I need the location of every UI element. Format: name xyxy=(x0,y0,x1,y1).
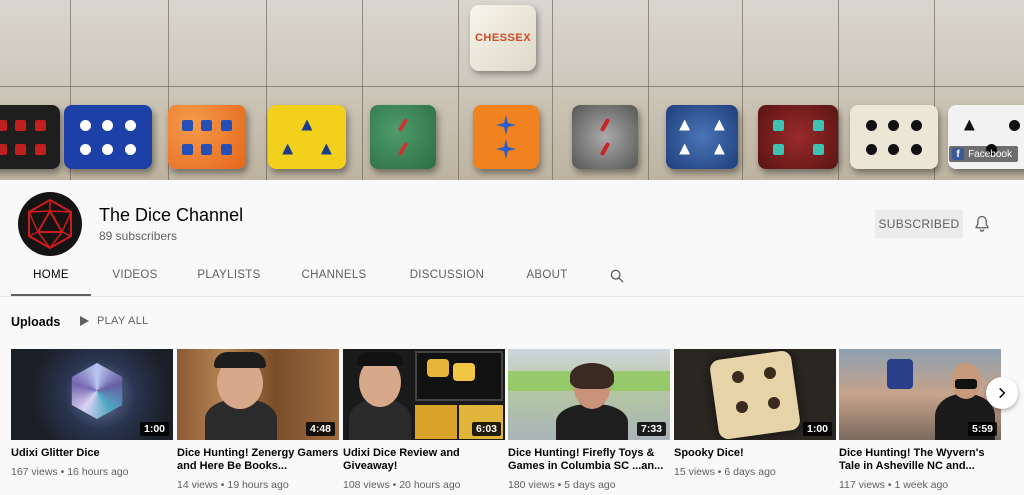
video-card[interactable]: 7:33 Dice Hunting! Firefly Toys & Games … xyxy=(508,349,670,491)
video-duration: 1:00 xyxy=(802,422,832,436)
channel-header: The Dice Channel 89 subscribers SUBSCRIB… xyxy=(0,180,1024,296)
tab-videos[interactable]: VIDEOS xyxy=(91,263,179,296)
video-thumbnail[interactable]: 6:03 xyxy=(343,349,505,440)
video-views: 15 views xyxy=(674,466,715,478)
video-title[interactable]: Udixi Glitter Dice xyxy=(11,447,173,460)
die-red-speckle xyxy=(758,105,838,169)
video-list: 1:00 Udixi Glitter Dice 167 views • 16 h… xyxy=(11,349,1011,495)
video-duration: 1:00 xyxy=(139,422,169,436)
die-yellow xyxy=(268,105,346,169)
video-duration: 6:03 xyxy=(471,422,501,436)
channel-page: CHESSEX f Facebook The Dice Channel 89 s… xyxy=(0,0,1024,495)
video-meta: 167 views • 16 hours ago xyxy=(11,466,129,478)
chessex-die: CHESSEX xyxy=(470,5,536,71)
subscriber-count: 89 subscribers xyxy=(99,229,178,243)
video-thumbnail[interactable]: 7:33 xyxy=(508,349,670,440)
video-age: 1 week ago xyxy=(894,479,949,491)
video-card[interactable]: 1:00 Udixi Glitter Dice 167 views • 16 h… xyxy=(11,349,173,478)
video-title[interactable]: Dice Hunting! Zenergy Gamers and Here Be… xyxy=(177,447,339,473)
subscribed-button[interactable]: SUBSCRIBED xyxy=(875,210,963,238)
video-meta: 15 views • 6 days ago xyxy=(674,466,776,478)
search-icon[interactable] xyxy=(609,268,625,284)
video-title[interactable]: Udixi Dice Review and Giveaway! xyxy=(343,447,505,473)
video-meta: 117 views • 1 week ago xyxy=(839,479,949,491)
video-card[interactable]: 1:00 Spooky Dice! 15 views • 6 days ago xyxy=(674,349,836,478)
facebook-icon: f xyxy=(952,148,965,160)
tab-playlists[interactable]: PLAYLISTS xyxy=(179,263,279,296)
facebook-label: Facebook xyxy=(968,148,1012,160)
die-blue xyxy=(64,105,152,169)
play-all-button[interactable]: PLAY ALL xyxy=(80,315,149,327)
video-views: 108 views xyxy=(343,479,390,491)
die-cream xyxy=(850,105,938,169)
tab-home[interactable]: HOME xyxy=(11,263,91,296)
channel-banner: CHESSEX f Facebook xyxy=(0,0,1024,180)
video-thumbnail[interactable]: 1:00 xyxy=(11,349,173,440)
video-card[interactable]: 5:59 Dice Hunting! The Wyvern's Tale in … xyxy=(839,349,1001,491)
video-title[interactable]: Dice Hunting! The Wyvern's Tale in Ashev… xyxy=(839,447,1001,473)
uploads-title[interactable]: Uploads xyxy=(11,315,60,329)
tab-channels[interactable]: CHANNELS xyxy=(279,263,389,296)
video-meta: 14 views • 19 hours ago xyxy=(177,479,289,491)
video-thumbnail[interactable]: 4:48 xyxy=(177,349,339,440)
die-black xyxy=(0,105,60,169)
video-title[interactable]: Spooky Dice! xyxy=(674,447,836,460)
bell-icon[interactable] xyxy=(972,214,992,234)
video-age: 6 days ago xyxy=(724,466,776,478)
video-age: 19 hours ago xyxy=(227,479,289,491)
video-duration: 5:59 xyxy=(967,422,997,436)
chevron-right-icon xyxy=(999,387,1006,399)
die-green-speckle xyxy=(370,105,436,169)
video-views: 117 views xyxy=(839,479,885,491)
video-title[interactable]: Dice Hunting! Firefly Toys & Games in Co… xyxy=(508,447,670,473)
d20-logo-icon xyxy=(28,198,72,250)
tab-about[interactable]: ABOUT xyxy=(505,263,589,296)
die-gray-speckle xyxy=(572,105,638,169)
channel-tabs: HOME VIDEOS PLAYLISTS CHANNELS DISCUSSIO… xyxy=(11,263,589,296)
video-card[interactable]: 6:03 Udixi Dice Review and Giveaway! 108… xyxy=(343,349,505,491)
video-meta: 108 views • 20 hours ago xyxy=(343,479,461,491)
die-orange-speckle xyxy=(168,105,246,169)
die-blue-speckle xyxy=(666,105,738,169)
play-icon xyxy=(80,316,89,326)
video-views: 167 views xyxy=(11,466,58,478)
video-age: 5 days ago xyxy=(564,479,616,491)
video-duration: 4:48 xyxy=(305,422,335,436)
video-card[interactable]: 4:48 Dice Hunting! Zenergy Gamers and He… xyxy=(177,349,339,491)
uploads-shelf: Uploads PLAY ALL 1:00 Udixi Glitter Dice… xyxy=(0,296,1024,495)
facebook-link[interactable]: f Facebook xyxy=(949,146,1018,162)
shelf-next-button[interactable] xyxy=(986,377,1018,409)
video-meta: 180 views • 5 days ago xyxy=(508,479,616,491)
video-thumbnail[interactable]: 5:59 xyxy=(839,349,1001,440)
video-views: 14 views xyxy=(177,479,218,491)
video-duration: 7:33 xyxy=(636,422,666,436)
video-age: 20 hours ago xyxy=(399,479,461,491)
tab-discussion[interactable]: DISCUSSION xyxy=(389,263,505,296)
channel-avatar[interactable] xyxy=(18,192,82,256)
die-orange-blue-star xyxy=(473,105,539,169)
video-age: 16 hours ago xyxy=(67,466,129,478)
video-views: 180 views xyxy=(508,479,555,491)
play-all-label: PLAY ALL xyxy=(97,315,149,327)
chessex-logo-text: CHESSEX xyxy=(474,32,532,44)
channel-name: The Dice Channel xyxy=(99,205,244,225)
video-thumbnail[interactable]: 1:00 xyxy=(674,349,836,440)
